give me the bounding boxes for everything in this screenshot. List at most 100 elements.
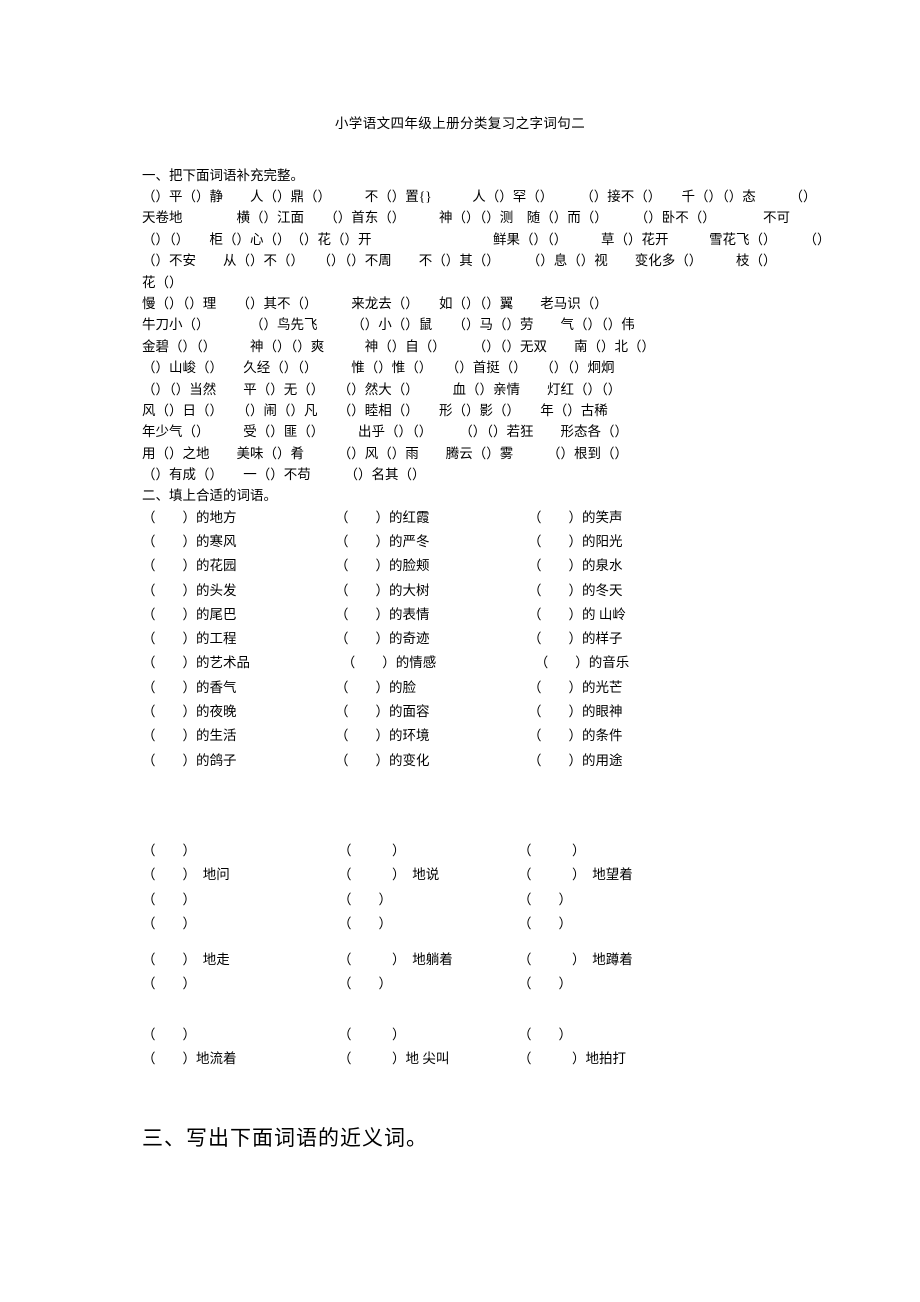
- idiom-line: 牛刀小（） （）鸟先飞 （）小（）鼠 （）马（）劳 气（）（）伟: [142, 317, 635, 333]
- adverb-blank[interactable]: （ ）: [338, 972, 518, 996]
- noun-blank[interactable]: （ ）的音乐: [528, 651, 728, 675]
- noun-blank[interactable]: （ ）的眼神: [528, 700, 728, 724]
- noun-blank[interactable]: （ ）的情感: [335, 651, 528, 675]
- noun-row: （ ）的尾巴 （ ）的表情 （ ）的 山岭: [142, 603, 728, 627]
- noun-blank[interactable]: （ ）的变化: [335, 749, 528, 773]
- adverb-blank-labeled[interactable]: （ ） 地蹲着: [518, 948, 718, 972]
- noun-row: （ ）的夜晚 （ ）的面容 （ ）的眼神: [142, 700, 728, 724]
- adverb-blank[interactable]: （ ）: [142, 839, 338, 863]
- adverb-blank[interactable]: （ ）: [142, 912, 338, 936]
- noun-blank[interactable]: （ ）的笑声: [528, 506, 728, 530]
- noun-blank[interactable]: （ ）的环境: [335, 724, 528, 748]
- noun-phrase-grid: （ ）的地方 （ ）的红霞 （ ）的笑声 （ ）的寒风 （ ）的严冬 （ ）的阳…: [142, 506, 728, 773]
- adverb-row: （ ） （ ） （ ）: [142, 1023, 718, 1047]
- noun-blank[interactable]: （ ）的鸽子: [142, 749, 335, 773]
- noun-blank[interactable]: （ ）的地方: [142, 506, 335, 530]
- adverb-row: （ ） 地问 （ ） 地说 （ ） 地望着: [142, 863, 718, 887]
- adverb-blank[interactable]: （ ）: [518, 912, 718, 936]
- noun-blank[interactable]: （ ）的花园: [142, 554, 335, 578]
- noun-row: （ ）的花园 （ ）的脸颊 （ ）的泉水: [142, 554, 728, 578]
- noun-blank[interactable]: （ ）的脸颊: [335, 554, 528, 578]
- idiom-line: 金碧（）（） 神（）（）爽 神（）自（） （）（）无双 南（）北（）: [142, 338, 655, 354]
- noun-row: （ ）的寒风 （ ）的严冬 （ ）的阳光: [142, 530, 728, 554]
- adverb-blank-labeled[interactable]: （ ） 地躺着: [338, 948, 518, 972]
- idiom-line: 风（）日（） （）闹（）凡 （）睦相（） 形（）影（） 年（）古稀: [142, 403, 608, 419]
- adverb-row: （ ） （ ） （ ）: [142, 888, 718, 912]
- noun-blank[interactable]: （ ）的用途: [528, 749, 728, 773]
- idiom-line: 慢（）（）理 （）其不（） 来龙去（） 如（）（）翼 老马识（）: [142, 296, 608, 312]
- idiom-line: （）（）当然 平（）无（） （）然大（） 血（）亲情 灯红（）（）: [142, 381, 622, 397]
- adverb-blank[interactable]: （ ）: [518, 888, 718, 912]
- adverb-blank[interactable]: （ ）: [518, 1023, 718, 1047]
- adverb-row: （ ） （ ） （ ）: [142, 912, 718, 936]
- adverb-blank-labeled[interactable]: （ ）地流着: [142, 1047, 338, 1071]
- noun-blank[interactable]: （ ）的工程: [142, 627, 335, 651]
- adverb-blank[interactable]: （ ）: [518, 839, 718, 863]
- noun-blank[interactable]: （ ）的夜晚: [142, 700, 335, 724]
- adverb-row: （ ） （ ） （ ）: [142, 972, 718, 996]
- adverb-group-2: （ ） 地走 （ ） 地躺着 （ ） 地蹲着 （ ） （ ） （ ）: [142, 948, 718, 997]
- noun-row: （ ）的地方 （ ）的红霞 （ ）的笑声: [142, 506, 728, 530]
- noun-blank[interactable]: （ ）的生活: [142, 724, 335, 748]
- adverb-group-3: （ ） （ ） （ ） （ ）地流着 （ ）地 尖叫 （ ）地拍打: [142, 1023, 718, 1072]
- idiom-line: 年少气（） 受（）匪（） 出乎（）（） （）（）若狂 形态各（）: [142, 424, 628, 440]
- adverb-blank[interactable]: （ ）: [338, 839, 518, 863]
- noun-blank[interactable]: （ ）的冬天: [528, 579, 728, 603]
- noun-blank[interactable]: （ ）的尾巴: [142, 603, 335, 627]
- page-title: 小学语文四年级上册分类复习之字词句二: [334, 116, 586, 131]
- idiom-line: （）山峻（） 久经（）（） 惟（）惟（） （）首挺（） （）（）炯炯: [142, 360, 615, 376]
- idiom-line: （）有成（） 一（）不苟 （）名其（）: [142, 467, 426, 483]
- noun-row: （ ）的香气 （ ）的脸 （ ）的光芒: [142, 676, 728, 700]
- section1-heading: 一、把下面词语补充完整。: [142, 168, 304, 183]
- noun-row: （ ）的艺术品 （ ）的情感 （ ）的音乐: [142, 651, 728, 675]
- noun-blank[interactable]: （ ）的头发: [142, 579, 335, 603]
- noun-blank[interactable]: （ ）的表情: [335, 603, 528, 627]
- noun-blank[interactable]: （ ）的阳光: [528, 530, 728, 554]
- adverb-blank-labeled[interactable]: （ ） 地说: [338, 863, 518, 887]
- adverb-blank[interactable]: （ ）: [338, 912, 518, 936]
- section2-heading: 二、填上合适的词语。: [142, 487, 277, 503]
- noun-row: （ ）的头发 （ ）的大树 （ ）的冬天: [142, 579, 728, 603]
- noun-blank[interactable]: （ ）的大树: [335, 579, 528, 603]
- noun-row: （ ）的工程 （ ）的奇迹 （ ）的样子: [142, 627, 728, 651]
- noun-blank[interactable]: （ ）的光芒: [528, 676, 728, 700]
- adverb-blank-labeled[interactable]: （ ）地拍打: [518, 1047, 718, 1071]
- adverb-blank-labeled[interactable]: （ ）地 尖叫: [338, 1047, 518, 1071]
- noun-blank[interactable]: （ ）的泉水: [528, 554, 728, 578]
- noun-blank[interactable]: （ ）的艺术品: [142, 651, 335, 675]
- section4-heading: 三、写出下面词语的近义词。: [142, 1126, 428, 1151]
- idiom-line: 用（）之地 美味（）肴 （）风（）雨 腾云（）雾 （）根到（）: [142, 445, 628, 461]
- idiom-line: （）平（）静 人（）鼎（） 不（）置{} 人（）罕（） （）接不（） 千（）（）…: [142, 189, 817, 204]
- adverb-blank[interactable]: （ ）: [518, 972, 718, 996]
- noun-blank[interactable]: （ ）的样子: [528, 627, 728, 651]
- noun-blank[interactable]: （ ）的条件: [528, 724, 728, 748]
- noun-row: （ ）的鸽子 （ ）的变化 （ ）的用途: [142, 749, 728, 773]
- adverb-blank-labeled[interactable]: （ ） 地问: [142, 863, 338, 887]
- adverb-row: （ ） （ ） （ ）: [142, 839, 718, 863]
- adverb-blank[interactable]: （ ）: [338, 1023, 518, 1047]
- adverb-blank[interactable]: （ ）: [142, 1023, 338, 1047]
- noun-blank[interactable]: （ ）的寒风: [142, 530, 335, 554]
- idiom-line: 花（）: [142, 274, 183, 290]
- noun-row: （ ）的生活 （ ）的环境 （ ）的条件: [142, 724, 728, 748]
- noun-blank[interactable]: （ ）的严冬: [335, 530, 528, 554]
- noun-blank[interactable]: （ ）的奇迹: [335, 627, 528, 651]
- noun-blank[interactable]: （ ）的脸: [335, 676, 528, 700]
- adverb-blank[interactable]: （ ）: [142, 888, 338, 912]
- noun-blank[interactable]: （ ）的香气: [142, 676, 335, 700]
- adverb-group-1: （ ） （ ） （ ） （ ） 地问 （ ） 地说 （ ） 地望着 （ ） （ …: [142, 839, 718, 936]
- worksheet-page: 小学语文四年级上册分类复习之字词句二 一、把下面词语补充完整。 （）平（）静 人…: [0, 0, 920, 1302]
- adverb-blank-labeled[interactable]: （ ） 地望着: [518, 863, 718, 887]
- adverb-row: （ ）地流着 （ ）地 尖叫 （ ）地拍打: [142, 1047, 718, 1071]
- adverb-blank[interactable]: （ ）: [338, 888, 518, 912]
- adverb-blank[interactable]: （ ）: [142, 972, 338, 996]
- noun-blank[interactable]: （ ）的红霞: [335, 506, 528, 530]
- adverb-blank-labeled[interactable]: （ ） 地走: [142, 948, 338, 972]
- noun-blank[interactable]: （ ）的 山岭: [528, 603, 728, 627]
- adverb-row: （ ） 地走 （ ） 地躺着 （ ） 地蹲着: [142, 948, 718, 972]
- noun-blank[interactable]: （ ）的面容: [335, 700, 528, 724]
